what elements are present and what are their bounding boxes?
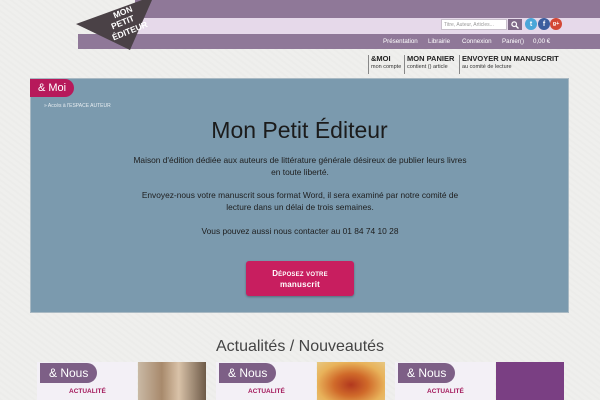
news-card[interactable]: & Nous ACTUALITÉ: [37, 362, 137, 400]
submission-line-1: Envoyez-nous votre manuscrit sous format…: [141, 190, 459, 200]
cta-line-1: Déposez votre: [272, 269, 328, 278]
account-moi[interactable]: &MOI mon compte: [371, 54, 401, 76]
page-title: Mon Petit Éditeur: [211, 117, 388, 143]
news-card[interactable]: & Nous ACTUALITÉ: [395, 362, 495, 400]
news-card-image[interactable]: [138, 362, 206, 400]
nav-presentation[interactable]: Présentation: [383, 34, 418, 49]
submission-line-2: lecture dans un délai de trois semaines.: [226, 202, 374, 212]
nav-connexion[interactable]: Connexion: [462, 34, 492, 49]
submit-manuscript-button[interactable]: Déposez votre manuscrit: [246, 261, 354, 296]
search-icon: [511, 20, 519, 29]
account-envoyer-title: ENVOYER UN MANUSCRIT: [462, 54, 559, 63]
divider: [404, 55, 405, 74]
contact-text: Vous pouvez aussi nous contacter au 01 8…: [201, 226, 399, 236]
account-panier-title: MON PANIER: [407, 54, 455, 63]
twitter-icon[interactable]: t: [525, 18, 537, 30]
intro-line-2: en toute liberté.: [271, 167, 329, 177]
news-card-image[interactable]: [317, 362, 385, 400]
moi-tag[interactable]: & Moi: [30, 79, 75, 97]
account-moi-title: &MOI: [371, 54, 391, 63]
nav-cart-total[interactable]: 0,00 €: [533, 34, 550, 49]
google-plus-icon[interactable]: g+: [550, 18, 562, 30]
facebook-icon[interactable]: f: [538, 18, 550, 30]
nav-panier[interactable]: Panier(): [502, 34, 524, 49]
account-panier-sub: contient () article: [407, 64, 448, 70]
account-moi-sub: mon compte: [371, 64, 402, 70]
nous-tag: & Nous: [219, 363, 277, 383]
card-kind: ACTUALITÉ: [427, 388, 464, 395]
search-button[interactable]: [508, 19, 522, 30]
nous-tag: & Nous: [398, 363, 456, 383]
nav-librairie[interactable]: Librairie: [428, 34, 450, 49]
news-card[interactable]: & Nous ACTUALITÉ: [216, 362, 316, 400]
account-envoyer[interactable]: ENVOYER UN MANUSCRIT au comité de lectur…: [462, 54, 559, 76]
card-kind: ACTUALITÉ: [69, 388, 106, 395]
card-kind: ACTUALITÉ: [248, 388, 285, 395]
account-panier[interactable]: MON PANIER contient () article: [407, 54, 454, 76]
intro-paragraph: Maison d'édition dédiée aux auteurs de l…: [100, 154, 500, 178]
divider: [459, 55, 460, 74]
submission-paragraph: Envoyez-nous votre manuscrit sous format…: [100, 189, 500, 213]
account-envoyer-sub: au comité de lecture: [462, 64, 512, 70]
site-logo[interactable]: MON PETIT ÉDITEUR: [72, 0, 152, 50]
header-top-bar: [135, 0, 600, 18]
search-input[interactable]: Titre, Auteur, Articles...: [441, 19, 507, 30]
intro-line-1: Maison d'édition dédiée aux auteurs de l…: [133, 155, 467, 165]
cta-line-2: manuscrit: [279, 280, 321, 289]
news-card-image[interactable]: [496, 362, 564, 400]
divider: [368, 55, 369, 74]
nous-tag: & Nous: [40, 363, 98, 383]
breadcrumb-espace-auteur[interactable]: » Accès à l'ESPACE AUTEUR: [44, 103, 111, 109]
news-section-title: Actualités / Nouveautés: [215, 338, 385, 355]
